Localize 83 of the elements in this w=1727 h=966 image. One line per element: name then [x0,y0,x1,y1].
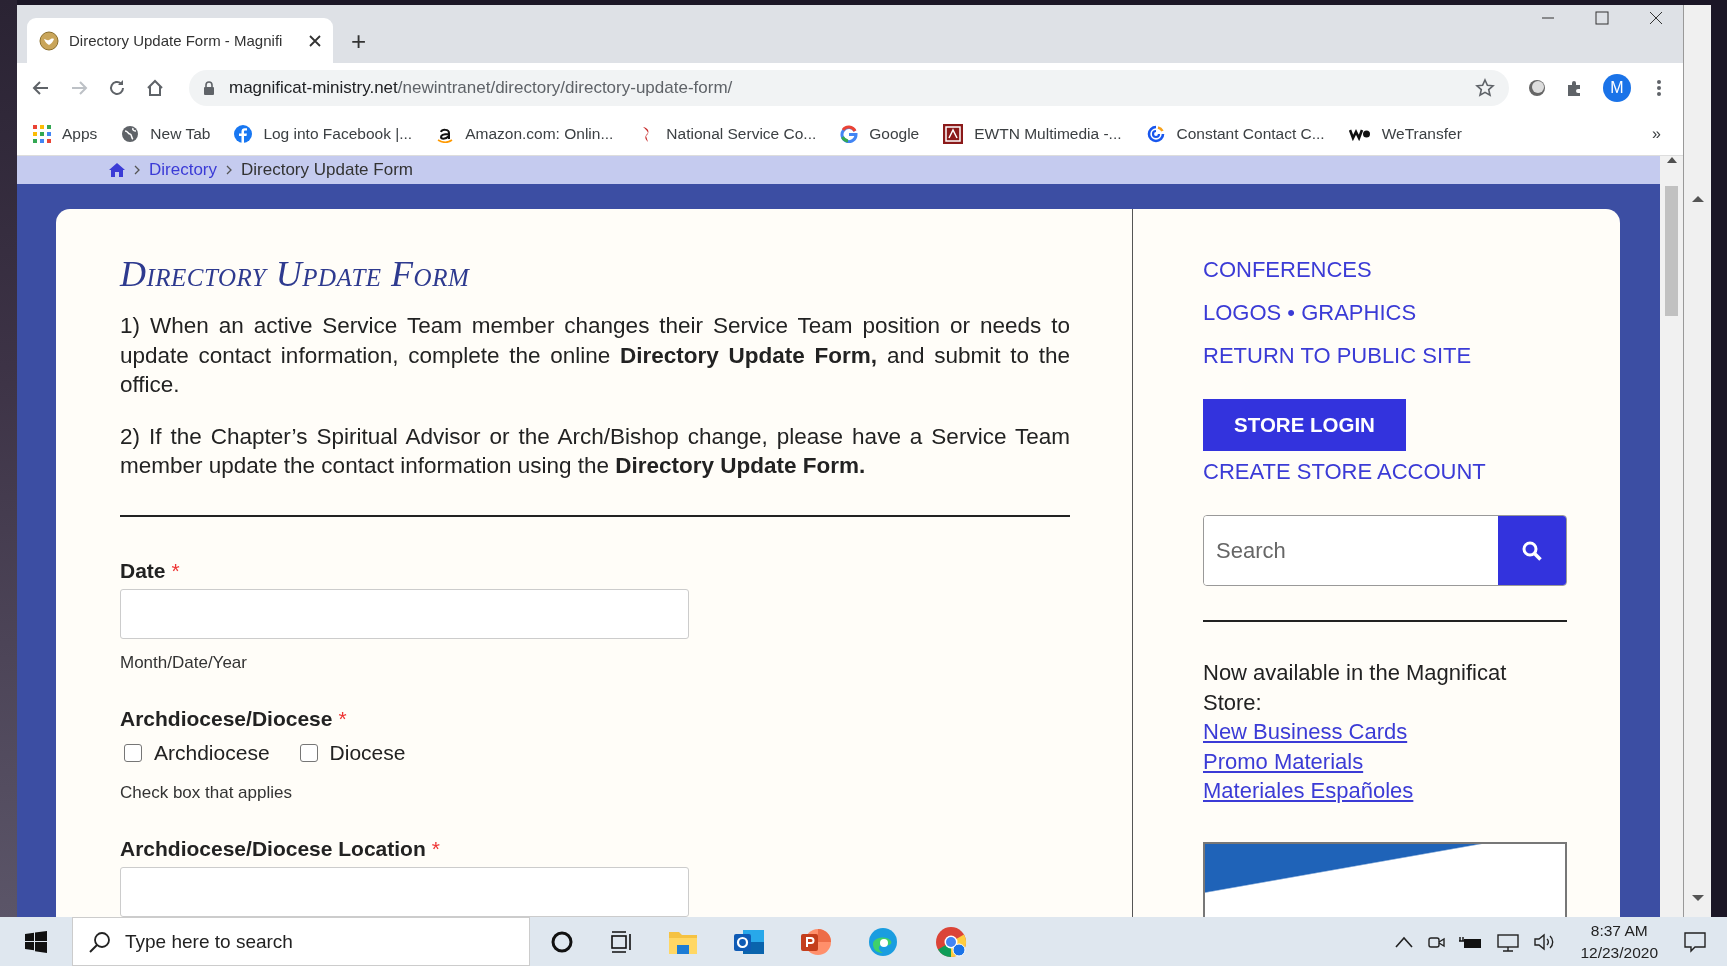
network-icon[interactable] [1496,931,1521,952]
field-label: Archdiocese/Diocese Location [120,836,426,861]
reload-icon[interactable] [107,78,127,98]
sidebar-link[interactable]: RETURN TO PUBLIC SITE [1203,343,1472,369]
text-field[interactable] [120,866,689,917]
checkbox[interactable] [124,743,142,762]
bookmark[interactable]: Constant Contact C... [1145,124,1325,144]
chevron-icon [134,165,140,175]
scrollbar-thumb[interactable] [1665,186,1678,316]
edge-icon[interactable] [867,925,899,958]
clock[interactable]: 8:37 AM 12/23/2020 [1580,919,1658,964]
required-mark: * [431,836,440,861]
ewtn-logo-icon[interactable] [943,124,964,144]
task-view-icon[interactable] [609,929,633,954]
apps-grid-icon[interactable] [33,125,51,143]
bookmark[interactable]: Amazon.com: Onlin... [436,125,614,143]
new-tab-button[interactable]: + [347,26,371,56]
scroll-up-icon [1691,195,1704,203]
bookmark[interactable]: National Service Co... [637,125,817,143]
bookmark[interactable]: New Tab [121,125,211,143]
profile-avatar[interactable]: M [1603,74,1631,102]
close-icon[interactable] [1649,11,1663,25]
star-icon[interactable] [1475,78,1495,98]
chevron-icon [226,165,232,175]
promo-link[interactable]: Promo Materials [1203,746,1364,776]
promo-text: Now available in the Magnificat Store: [1203,659,1508,717]
tab-title: Directory Update Form - Magnifi [69,32,284,49]
store-login-button[interactable]: STORE LOGIN [1203,399,1406,451]
bookmark[interactable]: Log into Facebook |... [234,125,413,143]
wetransfer-logo-icon[interactable] [1348,127,1371,141]
taskbar-search-field[interactable]: Type here to search [72,917,530,966]
sidebar-link[interactable]: LOGOS • GRAPHICS [1203,300,1417,326]
bookmark[interactable]: EWTN Multimedia -... [943,124,1122,144]
required-mark: * [338,706,347,731]
sidebar-link[interactable]: CONFERENCES [1203,257,1372,283]
required-mark: * [171,558,180,583]
powerpoint-icon[interactable] [800,926,832,957]
checkbox-label[interactable]: Diocese [329,740,406,765]
field-hint: Month/Date/Year [120,652,248,673]
breadcrumb-link[interactable]: Directory [149,160,217,180]
volume-icon[interactable] [1533,931,1556,952]
search-icon [1521,539,1543,562]
field-label: Date [120,558,166,583]
page-title: Directory Update Form [120,253,471,295]
bookmarks-overflow[interactable]: » [1652,125,1661,143]
chevron-up-icon[interactable] [1395,935,1414,948]
field-label: Archdiocese/Diocese [120,706,333,731]
home-icon[interactable] [145,78,165,98]
address-bar[interactable]: magnificat-ministry.net/newintranet/directory/directory-update-form/ [189,70,1509,106]
lock-icon [203,80,215,96]
extension-circle-icon[interactable] [1527,78,1547,98]
promo-link[interactable]: Materiales Españoles [1203,776,1414,806]
facebook-icon[interactable] [234,125,253,143]
instruction-paragraph: 2) If the Chapter’s Spiritual Advisor or the Arch/Bishop change, please have a Service Team member update the contact information using the Directory Update Form. [120,422,1070,480]
search-field[interactable]: Search [1203,515,1567,586]
search-button[interactable] [1498,516,1566,585]
checkbox[interactable] [299,743,318,762]
windows-start-icon[interactable] [25,930,47,953]
breadcrumb-current: Directory Update Form [241,160,413,180]
url-text: magnificat-ministry.net/newintranet/directory/directory-update-form/ [229,78,733,97]
sidebar-link[interactable]: CREATE STORE ACCOUNT [1203,459,1486,485]
search-icon [89,930,111,953]
text-field[interactable] [120,588,689,639]
google-icon[interactable] [840,125,859,143]
field-hint: Check box that applies [120,782,293,803]
globe-icon[interactable] [121,125,140,143]
checkbox-label[interactable]: Archdiocese [154,740,270,765]
swirl-logo-icon[interactable] [1145,124,1166,144]
scroll-up-icon[interactable] [1666,156,1677,164]
maximize-icon[interactable] [1595,11,1609,25]
chrome-icon[interactable] [934,924,968,959]
instruction-paragraph: 1) When an active Service Team member changes their Service Team position or needs to update contact information, complete the online Directory Update Form, and submit to the office. [120,312,1070,399]
scroll-down-icon [1691,894,1704,902]
cortana-circle-icon[interactable] [550,929,574,954]
close-icon[interactable] [309,34,321,47]
browser-tab[interactable]: Directory Update Form - Magnifi [27,18,333,63]
bookmark[interactable]: WeTransfer [1348,125,1462,143]
home-icon[interactable] [109,163,125,177]
bookmark[interactable]: Google [840,125,920,143]
promo-link[interactable]: New Business Cards [1203,717,1408,747]
bookmark[interactable]: Apps [33,125,98,143]
magnificat-favicon-icon [39,30,59,51]
notification-icon[interactable] [1683,930,1707,953]
